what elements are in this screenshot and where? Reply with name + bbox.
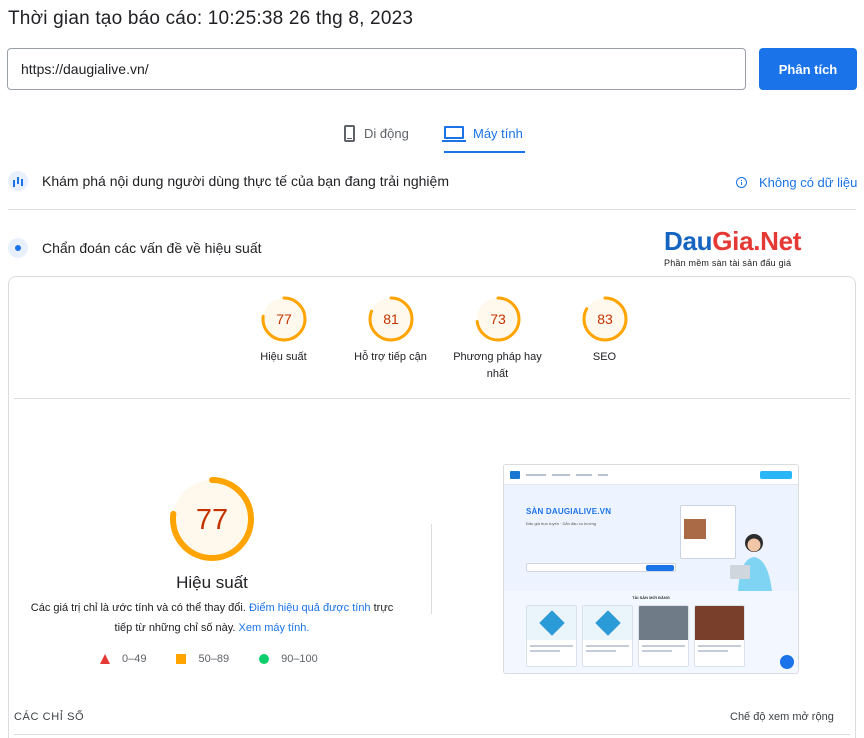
- square-icon: [176, 654, 187, 664]
- daugia-logo: DauGia.Net Phần mềm sàn tài sản đấu giá: [664, 227, 820, 268]
- laptop-icon: [442, 125, 466, 142]
- category-gauges: 77 Hiệu suất 81 Hỗ trợ tiếp cận 73 Phươn…: [230, 295, 658, 383]
- gauge-performance[interactable]: 77 Hiệu suất: [230, 295, 337, 383]
- gauge-score: 73: [490, 311, 506, 327]
- no-data-label: Không có dữ liệu: [759, 175, 858, 190]
- legend-label: 50–89: [198, 653, 230, 665]
- legend-pass: 90–100: [259, 653, 318, 665]
- screenshot-nav-item: [552, 473, 570, 476]
- tab-mobile-label: Di động: [364, 125, 409, 141]
- desc-text-1: Các giá trị chỉ là ước tính và có thể th…: [30, 602, 249, 614]
- legend-label: 0–49: [122, 653, 147, 665]
- logo-part-2: Gia.Net: [712, 226, 802, 256]
- gauge-ring: 81: [368, 296, 413, 342]
- lab-text: Chẩn đoán các vấn đề về hiệu suất: [42, 240, 262, 256]
- gauge-seo[interactable]: 83 SEO: [551, 295, 658, 383]
- logo-part-1: Dau: [664, 226, 713, 256]
- page-screenshot: SÀN DAUGIALIVE.VN Đấu giá trực tuyến · D…: [503, 464, 799, 674]
- screenshot-cta: [760, 470, 792, 479]
- gauge-score: 77: [276, 311, 292, 327]
- lab-section: Chẩn đoán các vấn đề về hiệu suất: [8, 238, 262, 258]
- screenshot-nav-item: [526, 473, 546, 476]
- screenshot-logo: [510, 470, 520, 479]
- calculator-link[interactable]: Xem máy tính.: [239, 622, 310, 634]
- performance-score: 77: [196, 504, 228, 536]
- legend-average: 50–89: [176, 653, 229, 665]
- tab-desktop[interactable]: Máy tính: [442, 116, 525, 153]
- info-icon: [736, 177, 747, 188]
- screenshot-card: [526, 605, 577, 667]
- bar-chart-icon: [8, 171, 28, 191]
- triangle-icon: [100, 654, 110, 664]
- gauge-best-practices[interactable]: 73 Phương pháp hay nhất: [444, 295, 551, 383]
- person-image: [730, 534, 772, 591]
- performance-title: Hiệu suất: [176, 573, 248, 592]
- gauge-label: Hiệu suất: [260, 351, 307, 363]
- divider: [14, 734, 850, 735]
- report-time: Thời gian tạo báo cáo: 10:25:38 26 thg 8…: [8, 8, 414, 29]
- legend-fail: 0–49: [100, 653, 146, 665]
- screenshot-nav-item: [576, 473, 592, 476]
- crux-section: Khám phá nội dung người dùng thực tế của…: [8, 171, 449, 191]
- circle-icon: [259, 654, 270, 664]
- gauge-ring: 73: [475, 296, 520, 342]
- gauge-accessibility[interactable]: 81 Hỗ trợ tiếp cận: [337, 295, 444, 383]
- screenshot-card: [694, 605, 745, 667]
- score-calculation-link[interactable]: Điểm hiệu quả được tính: [249, 602, 371, 614]
- analyze-button[interactable]: Phân tích: [759, 48, 857, 90]
- gauge-label: Hỗ trợ tiếp cận: [354, 351, 427, 363]
- chat-icon: [780, 655, 794, 669]
- screenshot-nav-item: [598, 473, 608, 476]
- gauge-ring: 83: [582, 296, 627, 342]
- screenshot-search-button: [646, 565, 674, 571]
- screenshot-hero: SÀN DAUGIALIVE.VN Đấu giá trực tuyến · D…: [504, 485, 798, 591]
- performance-description: Các giá trị chỉ là ước tính và có thể th…: [30, 598, 394, 638]
- screenshot-hero-title: SÀN DAUGIALIVE.VN: [526, 507, 612, 516]
- screenshot-navbar: [504, 465, 798, 485]
- legend-label: 90–100: [281, 653, 318, 665]
- logo-tagline: Phần mềm sàn tài sản đấu giá: [664, 258, 792, 268]
- tab-desktop-label: Máy tính: [473, 125, 523, 141]
- vertical-divider: [431, 524, 432, 614]
- performance-gauge: 77: [170, 477, 254, 561]
- tab-mobile[interactable]: Di động: [344, 116, 409, 150]
- expand-view-toggle[interactable]: Chế độ xem mở rộng: [730, 711, 834, 723]
- gauge-label: SEO: [592, 351, 617, 363]
- gauge-label: Phương pháp hay nhất: [453, 351, 542, 380]
- divider: [8, 209, 856, 210]
- screenshot-panel-image: [684, 519, 706, 539]
- no-data-link[interactable]: Không có dữ liệu: [736, 175, 857, 190]
- diagnostics-icon: [8, 238, 28, 258]
- divider: [14, 398, 850, 399]
- gauge-ring: 77: [261, 296, 306, 342]
- crux-text: Khám phá nội dung người dùng thực tế của…: [42, 173, 449, 189]
- screenshot-hero-sub: Đấu giá trực tuyến · Dẫn đầu xu hướng: [526, 521, 597, 526]
- metrics-heading: CÁC CHỈ SỐ: [14, 711, 85, 723]
- phone-icon: [344, 124, 355, 142]
- screenshot-cards: [504, 600, 798, 667]
- score-legend: 0–49 50–89 90–100: [100, 653, 318, 665]
- gauge-score: 83: [597, 311, 613, 327]
- screenshot-card: [638, 605, 689, 667]
- screenshot-card: [582, 605, 633, 667]
- gauge-score: 81: [383, 311, 399, 327]
- url-input[interactable]: https://daugialive.vn/: [7, 48, 746, 90]
